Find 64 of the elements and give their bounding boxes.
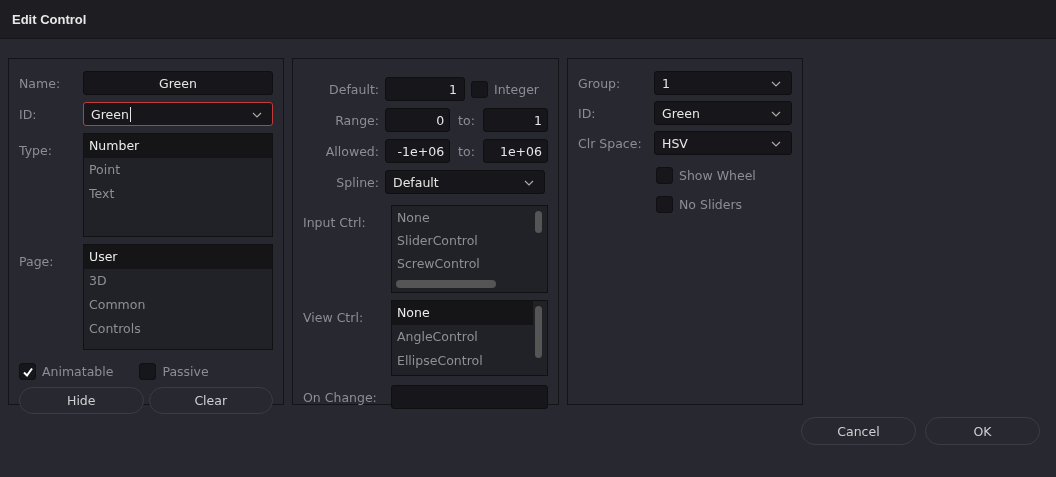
list-item[interactable]: AngleControl [392,325,533,349]
to-field[interactable]: 1e+06 [482,139,548,163]
caret-icon [771,141,781,147]
list-item[interactable]: Controls [84,317,272,341]
scrollbar[interactable] [535,211,542,233]
scrollbar[interactable] [535,306,542,358]
button[interactable]: Clear [148,387,273,414]
field-label: Group: [578,75,622,91]
list-item[interactable]: Common [84,293,272,317]
field-label: Name: [19,75,62,91]
caret-icon [252,112,262,118]
list-item[interactable]: None [392,206,547,229]
to-label: to: [457,112,476,128]
from-field[interactable]: -1e+06 [385,139,451,163]
caret-icon [771,111,781,117]
checkbox-label: Integer [494,81,539,97]
field-label: Spline: [335,174,379,190]
checkbox-label: Show Wheel [679,168,756,183]
default-field[interactable]: 1 [385,77,465,101]
button[interactable]: Cancel [801,417,916,445]
field-label: Type: [19,142,53,158]
caret-icon [771,81,781,87]
list-item[interactable]: Text [84,182,272,206]
window-title: Edit Control [12,11,87,27]
field-label: On Change: [303,389,378,405]
list-item[interactable]: Number [84,134,272,158]
to-field[interactable]: 1 [482,108,548,132]
name-field[interactable]: Green [83,71,273,95]
checkbox-label: Passive [162,364,209,379]
checkbox[interactable] [19,363,36,380]
field-label: Range: [334,112,379,128]
field-label: Page: [19,253,55,269]
list-item[interactable]: EllipseControl [392,349,533,373]
field-label: Clr Space: [578,135,643,151]
list-item[interactable]: ScrewControl [392,252,547,275]
field-label: Input Ctrl: [303,214,367,230]
field-label: ID: [578,105,597,121]
button[interactable]: Hide [19,387,144,414]
list-item[interactable]: None [392,301,533,325]
list-item[interactable]: Point [84,158,272,182]
on-change-field[interactable] [391,385,548,409]
from-field[interactable]: 0 [385,108,451,132]
dropdown[interactable]: HSV [654,131,792,155]
checkbox-label: Animatable [42,364,114,379]
checkbox[interactable] [471,80,488,98]
id-combo-field[interactable]: Green [83,102,273,126]
dropdown[interactable]: 1 [654,71,792,95]
checkbox[interactable] [139,363,157,380]
button[interactable]: OK [925,417,1040,445]
checkbox[interactable] [656,167,673,184]
field-label: Default: [328,81,379,97]
list-item[interactable]: SliderControl [392,229,547,252]
to-label: to: [457,143,476,159]
field-label: ID: [19,106,38,122]
list-item[interactable]: 3D [84,269,272,293]
field-label: Allowed: [324,143,379,159]
dropdown[interactable]: Green [654,101,792,125]
spline-dropdown[interactable]: Default [385,170,545,194]
checkbox-label: No Sliders [679,197,743,212]
scrollbar[interactable] [396,280,496,288]
field-label: View Ctrl: [303,309,365,325]
checkbox[interactable] [656,196,673,213]
list-item[interactable]: User [84,245,272,269]
caret-icon [524,180,534,186]
